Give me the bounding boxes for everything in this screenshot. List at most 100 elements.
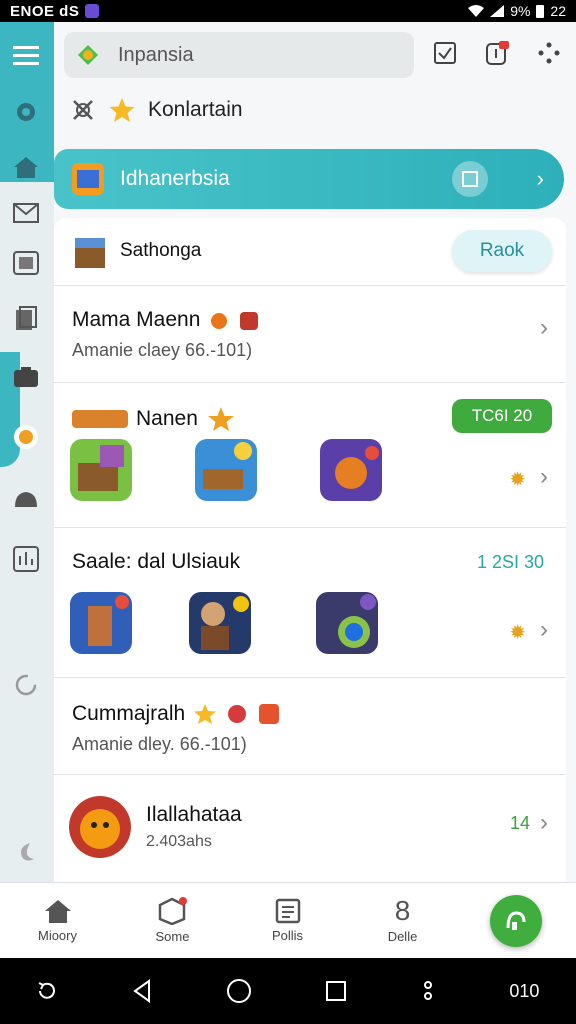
list-item[interactable]: Mama Maenn Amanie claey 66.-101) › [54,286,566,383]
reward-icon[interactable] [11,422,41,452]
pin-icon [73,100,93,120]
chevron-right-icon: › [540,314,548,341]
flame-icon [211,313,228,329]
read-card[interactable]: Sathonga Raok [54,218,566,286]
clock: 22 [550,3,566,19]
gear-small-icon: ✹ [509,469,526,491]
list-item[interactable]: Ilallahataa 2.403ahs 14 › [54,775,566,882]
star-icon [207,407,234,431]
list-item-title: Cummajralh [72,702,281,726]
system-nav-text: 010 [509,980,540,1001]
section-count: 1 2SI 30 [476,552,544,572]
search-bar[interactable]: Inpansia [64,32,414,78]
home-icon [44,900,71,923]
chest-icon [75,238,105,268]
games-section[interactable]: Saale: dal Ulsiauk 1 2SI 30 ✹ › [54,528,566,678]
list-item-title: Mama Maenn [72,308,260,332]
list-item-subtitle: Amanie dley. 66.-101) [72,734,247,754]
section-title: Nanen [72,405,236,433]
chart-icon[interactable] [11,544,41,574]
home-circle-icon[interactable] [226,978,252,1004]
play-fab-button[interactable] [490,895,542,947]
nav-label: Delle [387,929,418,944]
avatar [69,796,131,858]
app-screen: ENOE dS 9% 22 Inpansia Konlartain Idhane… [0,0,576,1024]
gear-small-icon: ✹ [509,622,526,644]
favorites-row[interactable]: Konlartain [70,96,243,124]
wifi-icon [468,5,485,17]
game-thumbnail[interactable] [195,439,257,501]
document-icon [275,898,300,924]
rotate-icon[interactable] [36,980,58,1002]
settings-gear-icon[interactable] [11,97,41,127]
price-badge[interactable]: TC6I 20 [452,399,552,433]
game-thumbnail[interactable] [320,439,382,501]
accessibility-icon[interactable] [420,980,436,1002]
chevron-right-icon: › [540,809,548,836]
nav-label: Some [155,929,190,944]
search-text: Inpansia [118,43,194,66]
game-logo-icon [72,410,128,428]
headphones-icon [506,911,526,930]
home-rail-icon[interactable] [11,152,41,182]
person-icon: 8 [394,895,411,926]
nav-item-store[interactable]: Some [115,883,230,958]
badge-icon [259,704,280,724]
recents-icon[interactable] [325,980,347,1002]
favorites-label: Konlartain [148,98,243,121]
game-thumbnail[interactable] [70,592,132,654]
read-button[interactable]: Raok [452,230,552,272]
store-icon[interactable] [11,362,41,392]
read-card-title: Sathonga [120,240,202,261]
files-icon[interactable] [11,304,41,334]
game-box-icon [72,163,104,195]
menu-icon[interactable] [11,40,41,70]
item-count: 14 [509,813,530,833]
banner-action-icon[interactable] [452,161,488,197]
bottom-nav: Mioory Some Pollis 8 Delle [0,882,576,958]
banner-label: Idhanerbsia [120,167,230,190]
notification-icon[interactable] [484,40,510,66]
game-thumbnail[interactable] [316,592,378,654]
cloud-icon[interactable] [11,484,41,514]
chevron-right-icon: › [540,463,548,490]
game-thumbnail[interactable] [189,592,251,654]
app-logo-icon [78,45,98,65]
refresh-icon[interactable] [11,670,41,700]
section-title: Saale: dal Ulsiauk [72,550,241,573]
list-item-subtitle: Amanie claey 66.-101) [72,340,253,360]
status-left-text: ENOE dS [10,2,80,20]
moon-icon[interactable] [11,837,41,867]
image-icon[interactable] [11,248,41,278]
main-content: Inpansia Konlartain Idhanerbsia › Sathon… [54,22,576,882]
box-icon [158,897,187,925]
list-item-title: Ilallahataa [146,803,242,826]
mail-icon[interactable] [11,198,41,228]
chevron-right-icon: › [540,616,548,643]
nav-label: Pollis [271,928,304,943]
side-rail [0,22,54,882]
badge-icon [240,312,259,330]
battery-text: 9% [510,3,531,19]
top-actions [432,40,562,66]
nav-item-home[interactable]: Mioory [0,883,115,958]
list-item[interactable]: Cummajralh Amanie dley. 66.-101) [54,678,566,775]
flower-icon [228,705,247,723]
featured-banner[interactable]: Idhanerbsia › [54,149,564,209]
nav-item-docs[interactable]: Pollis [230,883,345,958]
games-section[interactable]: Nanen TC6I 20 ✹ › [54,383,566,528]
system-nav-bar: 010 [0,958,576,1024]
app-notification-icon [85,4,100,18]
back-icon[interactable] [131,979,153,1003]
checkbox-icon[interactable] [432,40,458,66]
battery-icon [536,5,545,18]
nav-item-profile[interactable]: 8 Delle [345,883,460,958]
list-item-subtitle: 2.403ahs [146,833,212,850]
nav-label: Mioory [37,928,77,943]
game-thumbnail[interactable] [70,439,132,501]
chevron-right-icon: › [536,166,544,191]
more-dots-icon[interactable] [536,40,562,66]
star-icon [194,704,217,724]
signal-icon [490,5,505,17]
status-bar: ENOE dS 9% 22 [0,0,576,22]
